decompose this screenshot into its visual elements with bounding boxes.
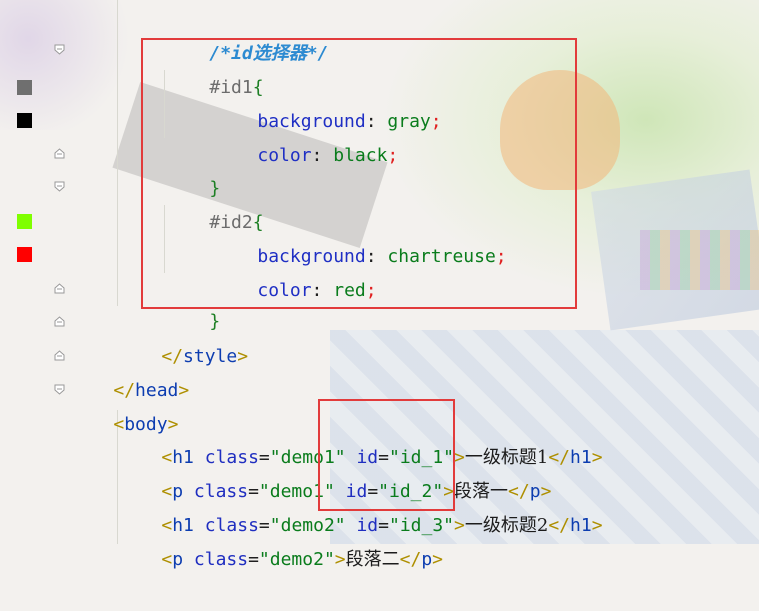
tag-bracket: > xyxy=(454,515,465,536)
tag-bracket: </ xyxy=(548,515,571,536)
tag-bracket: </ xyxy=(399,549,422,570)
attr-name: class xyxy=(193,549,249,570)
tag-name: h1 xyxy=(570,515,592,536)
tag-bracket: < xyxy=(161,549,173,570)
tag-bracket: > xyxy=(591,515,603,536)
tag-bracket: > xyxy=(432,549,443,570)
tag-bracket: > xyxy=(237,346,249,367)
tag-bracket: </ xyxy=(548,447,571,468)
tag-name: style xyxy=(183,346,238,367)
attr-value: "demo2" xyxy=(258,549,335,570)
css-rules-highlight-box xyxy=(141,38,577,309)
equals: = xyxy=(248,549,259,570)
element-text: 一级标题2 xyxy=(464,515,549,536)
code-line: <body> xyxy=(70,374,178,435)
tag-bracket: > xyxy=(334,549,346,570)
code-line: /*id选择器*/ xyxy=(166,3,328,64)
tag-name: h1 xyxy=(570,447,592,468)
code-line: <p class="demo2">段落二</p> xyxy=(118,509,443,570)
tag-name: p xyxy=(172,549,184,570)
tag-name: p xyxy=(421,549,433,570)
tag-bracket: > xyxy=(591,447,603,468)
element-text: 段落二 xyxy=(345,549,400,570)
id-attributes-highlight-box xyxy=(318,399,455,511)
code-line: </head> xyxy=(70,340,189,401)
code-line: </style> xyxy=(118,306,248,367)
tag-bracket: > xyxy=(178,380,190,401)
